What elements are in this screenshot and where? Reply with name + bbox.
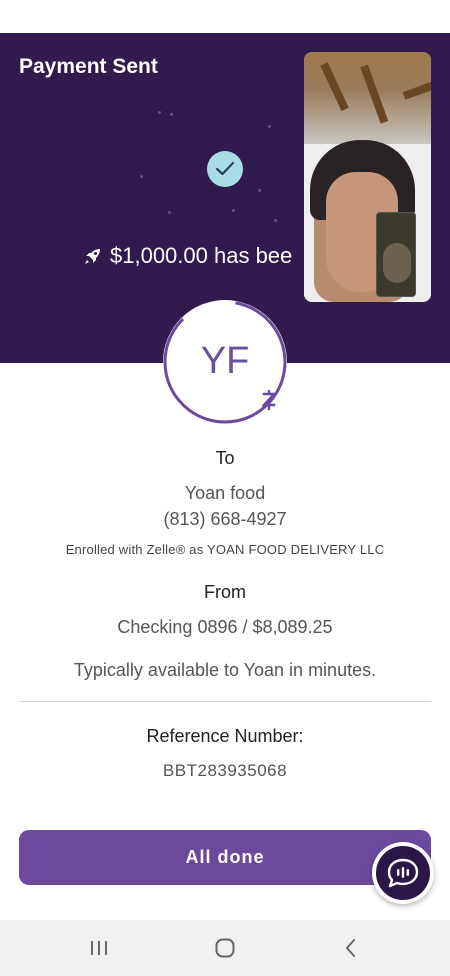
home-icon[interactable] (210, 934, 240, 962)
decor-dot (258, 189, 261, 192)
decor-dot (170, 113, 173, 116)
avatar-initials: YF (200, 340, 250, 382)
recipient-phone: (813) 668-4927 (163, 509, 287, 529)
reference-label: Reference Number: (146, 726, 304, 746)
recents-icon[interactable] (84, 934, 114, 962)
divider (19, 701, 431, 702)
decor-dot (232, 209, 235, 212)
zelle-logo-icon (261, 388, 277, 415)
decor-dot (158, 111, 161, 114)
zelle-enrollment-text: Enrolled with Zelle® as YOAN FOOD DELIVE… (65, 542, 385, 557)
status-bar (0, 0, 450, 33)
rocket-icon (85, 249, 100, 264)
page-title: Payment Sent (19, 55, 158, 78)
video-ceiling (304, 52, 431, 144)
decor-dot (168, 211, 171, 214)
all-done-button[interactable]: All done (19, 830, 431, 885)
video-call-overlay[interactable] (304, 52, 431, 302)
decor-dot (268, 125, 271, 128)
from-label: From (204, 582, 246, 602)
sent-amount-message: $1,000.00 has bee (84, 243, 292, 269)
back-icon[interactable] (336, 934, 366, 962)
self-view-thumbnail[interactable] (376, 212, 416, 297)
system-navigation-bar (0, 920, 450, 976)
decor-dot (140, 175, 143, 178)
chat-assistant-icon (376, 846, 430, 900)
chat-assistant-button[interactable] (372, 842, 434, 904)
source-account: Checking 0896 / $8,089.25 (117, 617, 333, 637)
to-label: To (215, 448, 235, 468)
recipient-name: Yoan food (184, 483, 266, 503)
decor-dot (274, 219, 277, 222)
checkmark-icon (207, 151, 243, 187)
sent-message-text: $1,000.00 has bee (110, 243, 293, 268)
availability-note: Typically available to Yoan in minutes. (73, 660, 377, 680)
reference-number: BBT283935068 (162, 761, 288, 780)
